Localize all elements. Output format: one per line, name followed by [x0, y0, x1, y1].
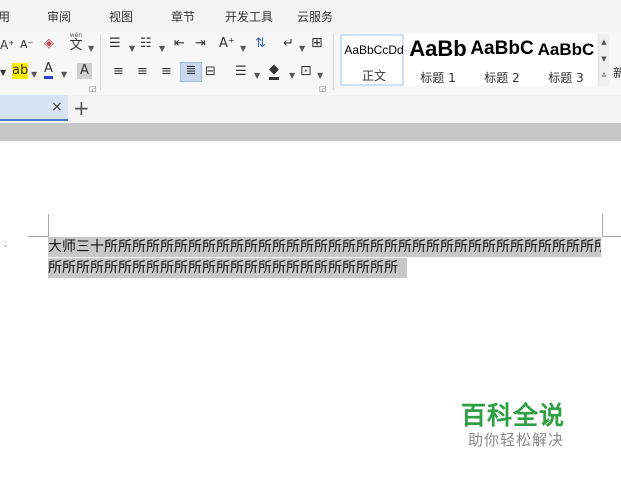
margin-corner-mark: [602, 214, 603, 237]
menu-item-review[interactable]: 审阅: [47, 8, 71, 25]
style-name: 正文: [361, 69, 386, 83]
menu-bar: 用 审阅 视图 章节 开发工具 云服务: [0, 0, 621, 30]
margin-corner-mark: [48, 214, 49, 237]
chevron-down-icon[interactable]: ▼: [254, 68, 260, 84]
line-spacing-icon[interactable]: ☰: [235, 64, 247, 80]
grow-font-icon[interactable]: A⁺: [0, 37, 15, 53]
char-shading-icon[interactable]: A: [77, 63, 92, 79]
chevron-down-icon[interactable]: ▼: [289, 68, 295, 84]
menu-item-cloud[interactable]: 云服务: [297, 8, 333, 25]
style-name: 标题 3: [548, 71, 584, 85]
watermark-subtitle: 助你轻松解决: [468, 431, 565, 449]
phonetic-guide-icon[interactable]: wén 文: [66, 32, 86, 53]
chevron-down-icon[interactable]: ▼: [61, 67, 67, 83]
line-break-icon[interactable]: ↵: [283, 36, 294, 52]
table-icon[interactable]: ⊞: [311, 35, 323, 51]
numbered-list-icon[interactable]: ☷: [140, 36, 152, 52]
document-text-line[interactable]: 大师三十所所所所所所所所所所所所所所所所所所所所所所所所所所所所所所所所所所所所…: [48, 237, 601, 257]
close-icon[interactable]: ×: [51, 99, 63, 115]
decrease-indent-icon[interactable]: ⇤: [174, 36, 185, 52]
menu-item-developer[interactable]: 开发工具: [225, 8, 273, 25]
style-sample: AaBb: [409, 36, 467, 61]
style-heading-1[interactable]: AaBb 标题 1: [406, 34, 470, 86]
chevron-down-icon[interactable]: ▼: [599, 51, 609, 68]
bullet-list-icon[interactable]: ☰: [109, 36, 121, 52]
style-gallery: AaBbCcDd 正文 AaBb 标题 1 AaBbC 标题 2 AaBbC 标…: [340, 34, 598, 86]
phonetic-char: 文: [69, 38, 83, 53]
chevron-down-icon[interactable]: ▼: [159, 41, 165, 57]
new-tab-button[interactable]: +: [73, 98, 90, 118]
chevron-down-icon[interactable]: ▼: [129, 41, 135, 57]
chevron-down-icon[interactable]: ▼: [299, 41, 305, 57]
chevron-up-icon[interactable]: ▲: [599, 34, 609, 51]
document-text-line[interactable]: 所所所所所所所所所所所所所所所所所所所所所所所所所: [48, 258, 407, 278]
clear-format-icon[interactable]: ◈: [44, 36, 54, 52]
chevron-down-icon[interactable]: ▼: [240, 41, 246, 57]
menu-item-view[interactable]: 视图: [109, 8, 133, 25]
expand-icon[interactable]: ≚: [599, 68, 609, 85]
style-name: 标题 2: [484, 71, 520, 85]
chevron-down-icon[interactable]: ▼: [0, 65, 6, 81]
document-tab-strip: ×: [0, 95, 621, 123]
separator: [100, 34, 101, 90]
document-tab[interactable]: ×: [0, 95, 68, 121]
style-sample: AaBbC: [470, 38, 534, 59]
style-heading-3[interactable]: AaBbC 标题 3: [534, 34, 598, 86]
border-icon[interactable]: ⊡: [300, 63, 312, 79]
paragraph-marker-icon: ⌄: [2, 240, 9, 249]
margin-corner-mark: [602, 236, 621, 237]
shrink-font-icon[interactable]: A⁻: [20, 37, 33, 53]
increase-indent-icon[interactable]: ⇥: [195, 36, 206, 52]
ribbon-ruler-band: [0, 123, 621, 141]
font-color-icon[interactable]: A: [44, 62, 53, 79]
highlight-icon[interactable]: ab: [12, 63, 29, 79]
style-name: 标题 1: [420, 71, 456, 85]
menu-item-chapter[interactable]: 章节: [171, 8, 195, 25]
style-heading-2[interactable]: AaBbC 标题 2: [470, 34, 534, 86]
align-right-icon[interactable]: ≡: [161, 64, 172, 80]
new-style-label[interactable]: 新: [613, 64, 621, 81]
text-format-icon[interactable]: A⁺: [219, 36, 235, 52]
style-gallery-scroll[interactable]: ▲ ▼ ≚: [598, 34, 609, 86]
style-normal[interactable]: AaBbCcDd 正文: [340, 34, 404, 86]
menu-item-reference[interactable]: 用: [0, 8, 10, 25]
style-sample: AaBbCcDd: [344, 43, 404, 57]
style-sample: AaBbC: [537, 40, 595, 59]
sort-icon[interactable]: ⇅: [255, 36, 266, 52]
chevron-down-icon[interactable]: ▼: [88, 41, 94, 57]
chevron-down-icon[interactable]: ▼: [31, 67, 37, 83]
separator: [333, 34, 334, 90]
watermark-logo-text: 百科全说: [461, 401, 566, 430]
align-center-icon[interactable]: ≡: [137, 64, 148, 80]
align-left-icon[interactable]: ≡: [113, 64, 124, 80]
paragraph-shading-icon[interactable]: ◆: [269, 63, 279, 80]
justify-icon[interactable]: ≣: [180, 62, 202, 82]
distributed-align-icon[interactable]: ⊟: [205, 64, 216, 80]
margin-corner-mark: [28, 236, 48, 237]
